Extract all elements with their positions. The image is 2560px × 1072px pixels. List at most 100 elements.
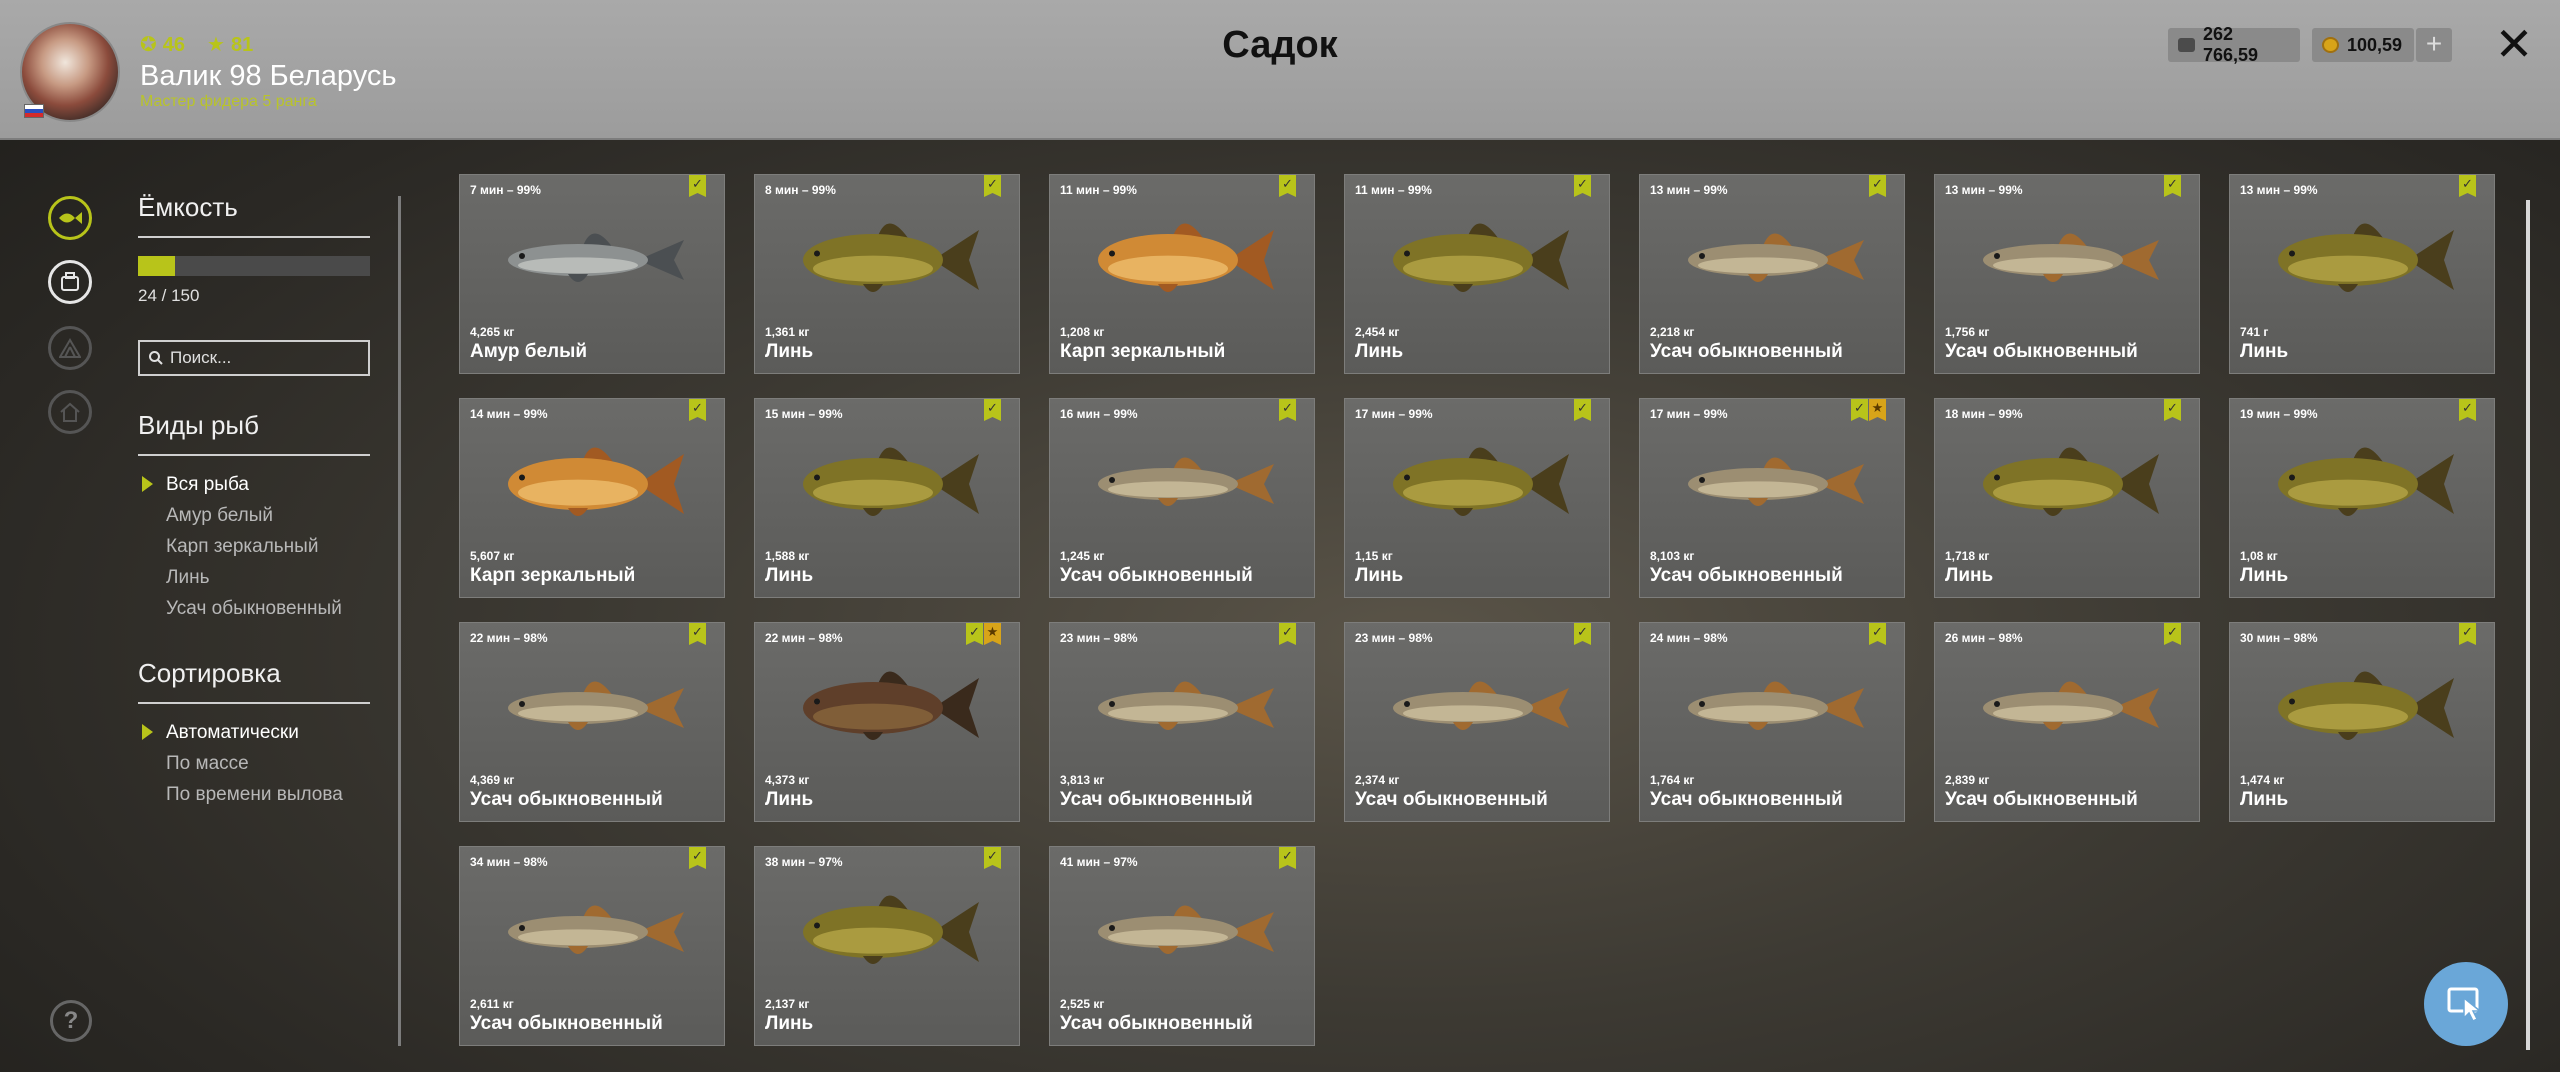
fish-weight: 2,137 кг	[765, 997, 810, 1011]
home-icon[interactable]	[48, 390, 92, 434]
fish-name: Карп зеркальный	[470, 565, 636, 586]
check-icon: ✓	[1279, 399, 1296, 421]
fish-card[interactable]: 22 мин – 98% ✓ ★ 4,373 кг Линь	[754, 622, 1020, 822]
check-icon: ✓	[1869, 175, 1886, 197]
scrollbar[interactable]	[2526, 200, 2530, 1050]
fish-image	[1688, 457, 1864, 506]
fish-weight: 1,474 кг	[2240, 773, 2285, 787]
species-option[interactable]: Амур белый	[166, 505, 273, 527]
fish-card[interactable]: 19 мин – 99% ✓ 1,08 кг Линь	[2229, 398, 2495, 598]
capacity-bar	[138, 256, 370, 276]
sort-option[interactable]: По массе	[166, 753, 249, 775]
panel-divider	[398, 196, 401, 1046]
fish-image	[1393, 447, 1569, 516]
fish-card[interactable]: 38 мин – 97% ✓ 2,137 кг Линь	[754, 846, 1020, 1046]
check-icon: ✓	[966, 623, 983, 645]
close-button[interactable]: ✕	[2492, 21, 2536, 67]
fish-weight: 4,373 кг	[765, 773, 810, 787]
gold-coin-icon	[2322, 37, 2339, 53]
add-gold-button[interactable]: +	[2416, 28, 2452, 62]
fish-card[interactable]: 23 мин – 98% ✓ 2,374 кг Усач обыкновенны…	[1344, 622, 1610, 822]
fish-weight: 4,369 кг	[470, 773, 515, 787]
check-icon: ✓	[1279, 623, 1296, 645]
check-icon: ✓	[689, 399, 706, 421]
inventory-icon[interactable]	[48, 260, 92, 304]
catch-time: 23 мин – 98%	[1060, 631, 1138, 645]
fish-name: Усач обыкновенный	[1355, 789, 1548, 810]
catch-time: 16 мин – 99%	[1060, 407, 1138, 421]
fish-card[interactable]: 15 мин – 99% ✓ 1,588 кг Линь	[754, 398, 1020, 598]
catch-time: 24 мин – 98%	[1650, 631, 1728, 645]
fish-card[interactable]: 14 мин – 99% ✓ 5,607 кг Карп зеркальный	[459, 398, 725, 598]
fish-name: Усач обыкновенный	[1060, 789, 1253, 810]
species-option[interactable]: Усач обыкновенный	[166, 598, 342, 620]
fish-card[interactable]: 18 мин – 99% ✓ 1,718 кг Линь	[1934, 398, 2200, 598]
fish-image	[1098, 681, 1274, 730]
tent-icon[interactable]	[48, 326, 92, 370]
sort-option[interactable]: По времени вылова	[166, 784, 343, 806]
species-option[interactable]: Карп зеркальный	[166, 536, 318, 558]
fish-name: Линь	[765, 789, 814, 810]
fish-card[interactable]: 41 мин – 97% ✓ 2,525 кг Усач обыкновенны…	[1049, 846, 1315, 1046]
catch-time: 7 мин – 99%	[470, 183, 541, 197]
fish-name: Усач обыкновенный	[1060, 565, 1253, 586]
fish-card[interactable]: 34 мин – 98% ✓ 2,611 кг Усач обыкновенны…	[459, 846, 725, 1046]
fish-card[interactable]: 30 мин – 98% ✓ 1,474 кг Линь	[2229, 622, 2495, 822]
fish-name: Линь	[2240, 341, 2289, 362]
catch-time: 11 мин – 99%	[1355, 183, 1432, 197]
check-icon: ✓	[689, 175, 706, 197]
fish-name: Линь	[765, 565, 814, 586]
fish-card[interactable]: 24 мин – 98% ✓ 1,764 кг Усач обыкновенны…	[1639, 622, 1905, 822]
fish-weight: 5,607 кг	[470, 549, 515, 563]
check-icon: ✓	[1869, 623, 1886, 645]
trophy-star-icon: ★	[984, 623, 1001, 645]
keepnet-fish-icon[interactable]	[48, 196, 92, 240]
top-bar: ✪ 46 ★ 81 Валик 98 Беларусь Мастер фидера …	[0, 0, 2560, 140]
fish-card[interactable]: 17 мин – 99% ✓ ★ 8,103 кг Усач обыкновен…	[1639, 398, 1905, 598]
check-icon: ✓	[2459, 175, 2476, 197]
catch-time: 17 мин – 99%	[1355, 407, 1433, 421]
fish-card[interactable]: 23 мин – 98% ✓ 3,813 кг Усач обыкновенны…	[1049, 622, 1315, 822]
fish-image	[1688, 681, 1864, 730]
fish-image	[1098, 457, 1274, 506]
species-option[interactable]: Вся рыба	[166, 474, 249, 496]
fish-card[interactable]: 7 мин – 99% ✓ 4,265 кг Амур белый	[459, 174, 725, 374]
fish-image	[1983, 447, 2159, 516]
fish-card[interactable]: 11 мин – 99% ✓ 1,208 кг Карп зеркальный	[1049, 174, 1315, 374]
gold-balance: 100,59	[2312, 28, 2414, 62]
fish-image	[1688, 233, 1864, 282]
fish-card[interactable]: 16 мин – 99% ✓ 1,245 кг Усач обыкновенны…	[1049, 398, 1315, 598]
fish-name: Карп зеркальный	[1060, 341, 1226, 362]
fish-name: Амур белый	[470, 341, 588, 362]
check-icon: ✓	[1574, 175, 1591, 197]
catch-time: 13 мин – 99%	[1945, 183, 2023, 197]
fish-weight: 1,361 кг	[765, 325, 810, 339]
check-icon: ✓	[2164, 175, 2181, 197]
silver-value: 262 766,59	[2202, 24, 2259, 65]
fish-image	[2278, 671, 2454, 740]
help-icon[interactable]: ?	[50, 1000, 92, 1042]
fish-image	[803, 447, 979, 516]
fish-card[interactable]: 13 мин – 99% ✓ 2,218 кг Усач обыкновенны…	[1639, 174, 1905, 374]
capacity-fill	[138, 256, 176, 276]
fish-card[interactable]: 22 мин – 98% ✓ 4,369 кг Усач обыкновенны…	[459, 622, 725, 822]
check-icon: ✓	[1279, 847, 1296, 869]
fish-weight: 1,15 кг	[1355, 549, 1393, 563]
fish-card[interactable]: 8 мин – 99% ✓ 1,361 кг Линь	[754, 174, 1020, 374]
species-option[interactable]: Линь	[166, 567, 209, 589]
capacity-title: Ёмкость	[138, 192, 238, 222]
search-input[interactable]: Поиск...	[138, 340, 370, 376]
fish-card[interactable]: 17 мин – 99% ✓ 1,15 кг Линь	[1344, 398, 1610, 598]
check-icon: ✓	[1851, 399, 1868, 421]
fish-card[interactable]: 13 мин – 99% ✓ 741 г Линь	[2229, 174, 2495, 374]
cursor-mode-button[interactable]	[2424, 962, 2508, 1046]
check-icon: ✓	[689, 623, 706, 645]
fish-name: Усач обыкновенный	[1650, 341, 1843, 362]
catch-time: 41 мин – 97%	[1060, 855, 1138, 869]
fish-image	[508, 447, 684, 516]
fish-image	[508, 681, 684, 730]
sort-option[interactable]: Автоматически	[166, 722, 299, 744]
fish-card[interactable]: 13 мин – 99% ✓ 1,756 кг Усач обыкновенны…	[1934, 174, 2200, 374]
fish-card[interactable]: 11 мин – 99% ✓ 2,454 кг Линь	[1344, 174, 1610, 374]
fish-card[interactable]: 26 мин – 98% ✓ 2,839 кг Усач обыкновенны…	[1934, 622, 2200, 822]
